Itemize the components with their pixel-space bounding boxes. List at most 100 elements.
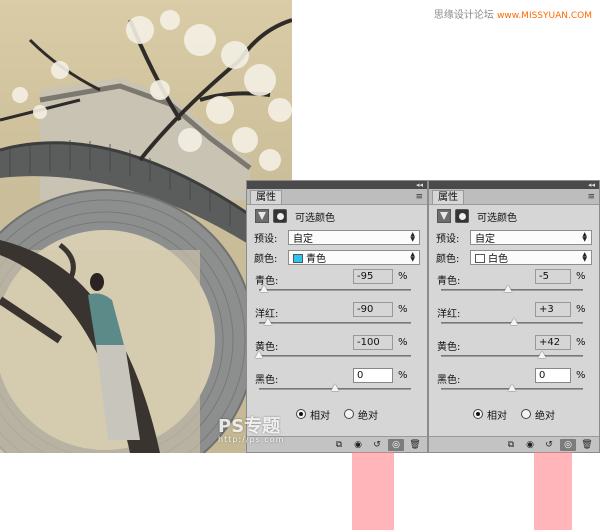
slider-label-yellow: 黄色: [437,342,461,353]
panel-titlebar[interactable]: ◂◂ [247,181,427,189]
reset-icon[interactable]: ↺ [369,439,385,451]
visibility-eye-icon[interactable]: ◎ [560,438,576,451]
selective-color-icon [255,209,269,223]
preset-label: 预设: [436,233,460,245]
radio-absolute[interactable]: 绝对 [344,407,378,422]
slider-label-black: 黑色: [255,375,279,386]
slider-thumb-black[interactable] [508,384,516,391]
tab-properties[interactable]: 属性 [432,190,464,204]
slider-track-yellow[interactable] [441,355,583,357]
slider-label-magenta: 洋红: [437,309,461,320]
select-arrows-icon: ▲ ▼ [410,251,415,263]
slider-label-black: 黑色: [437,375,461,386]
preset-select[interactable]: 自定 ▲ ▼ [288,229,420,245]
radio-dot-absolute[interactable] [521,409,531,419]
slider-cyan: 青色: -95 % [247,267,427,300]
radio-dot-absolute[interactable] [344,409,354,419]
slider-label-cyan: 青色: [437,276,461,287]
color-swatch [475,254,485,263]
watermark-top: 思缘设计论坛 www.MISSYUAN.COM [434,6,592,21]
value-input-black[interactable]: 0 [535,368,571,383]
percent-sign: % [398,337,408,348]
color-label: 颜色: [254,253,278,265]
clip-to-layer-icon[interactable]: ⧉ [503,439,519,451]
selective-color-icon [437,209,451,223]
radio-dot-relative[interactable] [473,409,483,419]
preset-select[interactable]: 自定 ▲ ▼ [470,229,592,245]
slider-magenta: 洋红: -90 % [247,300,427,333]
panel-menu-icon[interactable]: ≡ [587,190,595,204]
radio-dot-relative[interactable] [296,409,306,419]
preset-label: 预设: [254,233,278,245]
slider-label-magenta: 洋红: [255,309,279,320]
preset-value: 自定 [475,233,495,245]
visibility-eye-icon[interactable]: ◎ [388,438,404,451]
watermark-logo: PS专题 [218,416,281,437]
slider-track-cyan[interactable] [259,289,411,291]
layer-mask-icon[interactable] [455,209,469,223]
slider-yellow: 黄色: -100 % [247,333,427,366]
slider-label-yellow: 黄色: [255,342,279,353]
view-previous-icon[interactable]: ◉ [350,439,366,451]
value-input-cyan[interactable]: -95 [353,269,393,284]
percent-sign: % [576,370,586,381]
percent-sign: % [576,304,586,315]
value-highlight [534,448,572,530]
adjustment-title: 可选颜色 [295,212,335,224]
select-arrows-icon: ▲ ▼ [582,251,587,263]
slider-track-magenta[interactable] [259,322,411,324]
adjustment-title: 可选颜色 [477,212,517,224]
color-select[interactable]: 青色 ▲ ▼ [288,249,420,265]
layer-mask-icon[interactable] [273,209,287,223]
radio-label-absolute: 绝对 [358,410,378,422]
slider-track-yellow[interactable] [259,355,411,357]
color-label: 颜色: [436,253,460,265]
slider-black: 黑色: 0 % [247,366,427,399]
radio-absolute[interactable]: 绝对 [521,407,555,422]
value-highlight [352,448,394,530]
adjustment-header: 可选颜色 [429,205,599,227]
clip-to-layer-icon[interactable]: ⧉ [331,439,347,451]
panel-tabbar: 属性 ≡ [429,189,599,205]
color-row: 颜色: 青色 ▲ ▼ [247,247,427,267]
color-value: 白色 [488,253,508,265]
value-input-yellow[interactable]: -100 [353,335,393,350]
preset-value: 自定 [293,233,313,245]
percent-sign: % [576,271,586,282]
panel-bottom-toolbar: ⧉ ◉ ↺ ◎ 🗑 [429,436,599,452]
view-previous-icon[interactable]: ◉ [522,439,538,451]
trash-icon[interactable]: 🗑 [407,439,423,451]
slider-label-cyan: 青色: [255,276,279,287]
radio-relative[interactable]: 相对 [473,407,507,422]
panel-titlebar[interactable]: ◂◂ [429,181,599,189]
slider-thumb-cyan[interactable] [504,285,513,292]
color-value: 青色 [306,253,326,265]
value-input-magenta[interactable]: -90 [353,302,393,317]
collapse-icon[interactable]: ◂◂ [416,181,423,189]
value-input-cyan[interactable]: -5 [535,269,571,284]
mode-radio-group: 相对 绝对 [429,401,599,427]
value-input-black[interactable]: 0 [353,368,393,383]
watermark-bottom: PS专题 http://ps.com [218,412,284,444]
slider-thumb-black[interactable] [331,384,339,391]
tab-properties[interactable]: 属性 [250,190,282,204]
panel-menu-icon[interactable]: ≡ [415,190,423,204]
watermark-site: www.MISSYUAN.COM [497,11,592,21]
radio-label-relative: 相对 [487,410,507,422]
radio-relative[interactable]: 相对 [296,407,330,422]
value-input-magenta[interactable]: +3 [535,302,571,317]
value-input-yellow[interactable]: +42 [535,335,571,350]
adjustment-header: 可选颜色 [247,205,427,227]
reset-icon[interactable]: ↺ [541,439,557,451]
percent-sign: % [576,337,586,348]
panel-tabbar: 属性 ≡ [247,189,427,205]
slider-thumb-yellow[interactable] [537,351,546,358]
preset-row: 预设: 自定 ▲ ▼ [429,227,599,247]
trash-icon[interactable]: 🗑 [579,439,595,451]
radio-label-relative: 相对 [310,410,330,422]
collapse-icon[interactable]: ◂◂ [588,181,595,189]
slider-magenta: 洋红: +3 % [429,300,599,333]
preset-row: 预设: 自定 ▲ ▼ [247,227,427,247]
color-select[interactable]: 白色 ▲ ▼ [470,249,592,265]
slider-thumb-magenta[interactable] [510,318,519,325]
